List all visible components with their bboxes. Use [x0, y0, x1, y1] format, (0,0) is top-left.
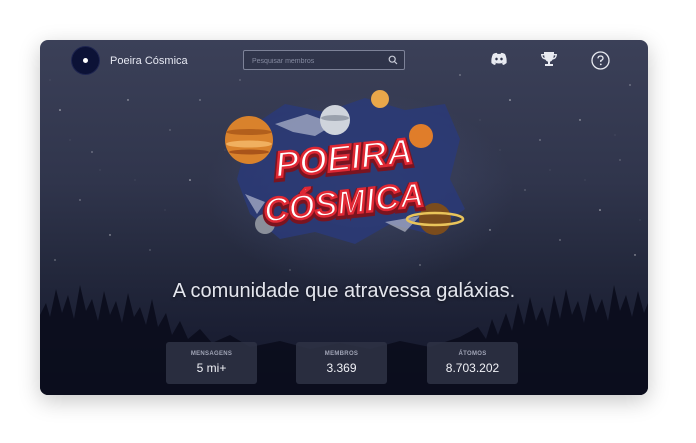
stat-label: ÁTOMOS	[458, 351, 487, 357]
stat-value: 8.703.202	[445, 361, 500, 375]
tagline: A comunidade que atravessa galáxias.	[172, 280, 516, 302]
stat-card-members: MEMBROS 3.369	[296, 342, 387, 384]
brand-name: Poeira Cósmica	[110, 54, 188, 67]
stat-label: MENSAGENS	[190, 351, 233, 357]
search-bar[interactable]	[243, 50, 405, 70]
stat-value: 3.369	[326, 361, 357, 375]
stat-card-messages: MENSAGENS 5 mi+	[166, 342, 257, 384]
discord-icon[interactable]	[491, 52, 507, 66]
app-window: Poeira Cósmica Pesquisar membros POEIRA …	[40, 40, 648, 395]
stat-card-atoms: ÁTOMOS 8.703.202	[427, 342, 518, 384]
help-icon[interactable]	[591, 51, 610, 70]
jupiter-planet	[225, 116, 273, 164]
stat-value: 5 mi+	[196, 361, 227, 375]
brand[interactable]: Poeira Cósmica	[72, 47, 188, 74]
trophy-icon[interactable]	[540, 51, 558, 68]
stat-label: MEMBROS	[324, 351, 359, 357]
brand-logo-icon	[72, 47, 99, 74]
search-icon[interactable]	[388, 55, 398, 65]
search-input[interactable]	[250, 53, 384, 69]
hero-logo: POEIRA POEIRA CÓSMICA CÓSMICA	[225, 90, 465, 244]
